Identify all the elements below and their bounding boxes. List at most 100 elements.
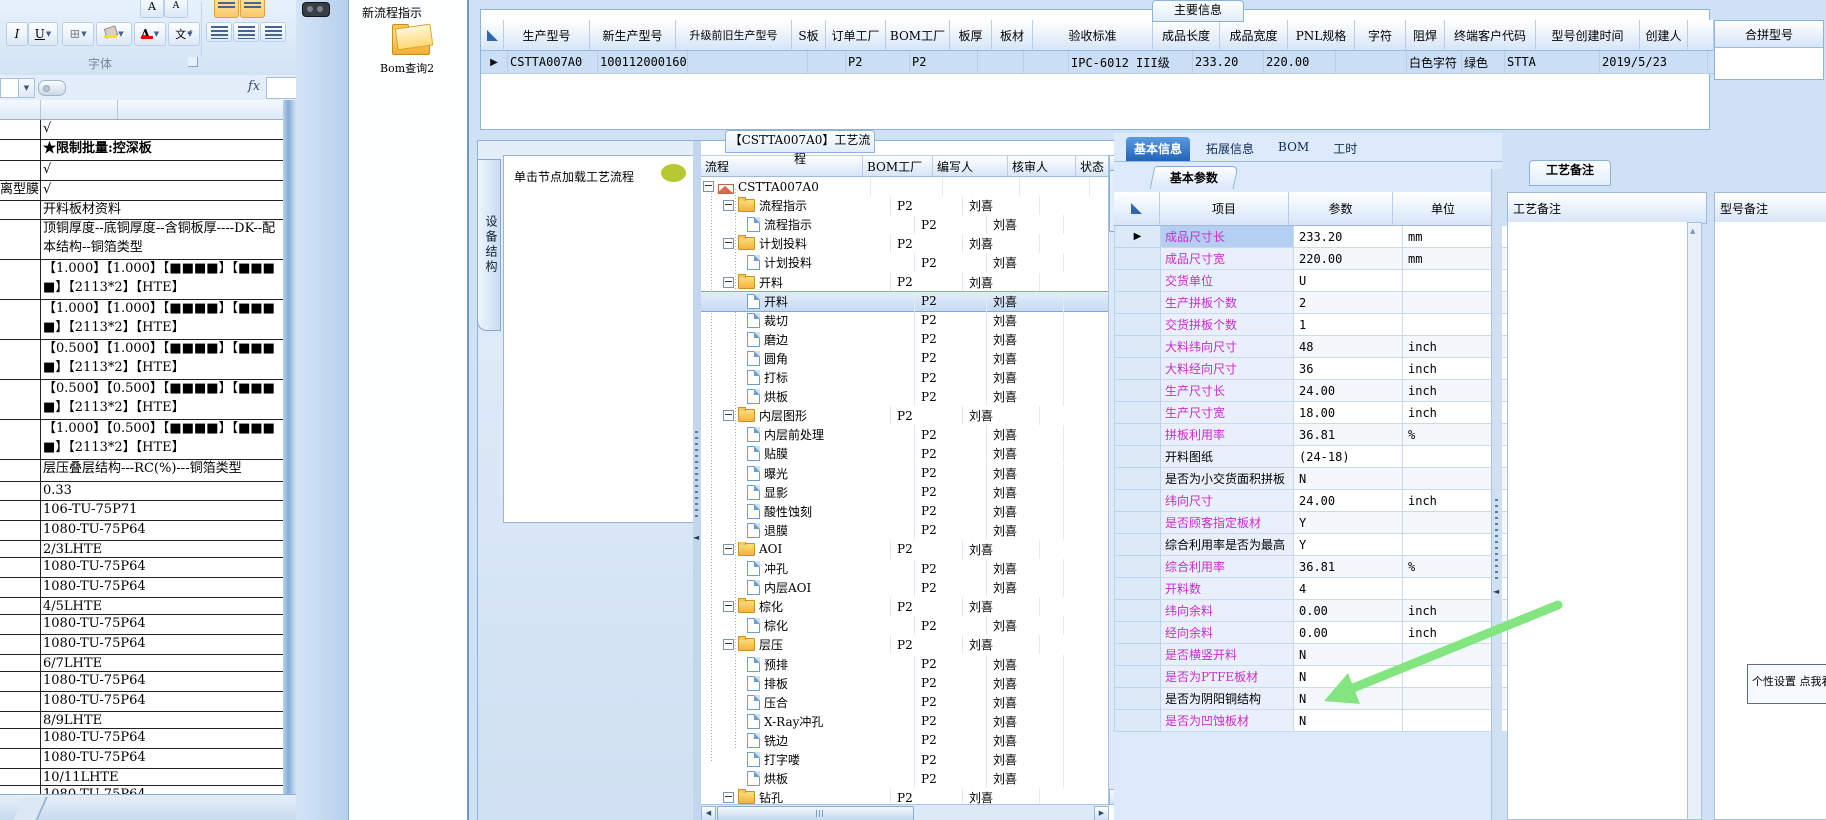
param-row-selector[interactable] xyxy=(1114,424,1161,446)
excel-row[interactable]: 1080-TU-75P64 xyxy=(0,692,283,712)
param-value-cell[interactable]: N xyxy=(1294,644,1403,666)
main-info-col-header[interactable]: 新生产型号 xyxy=(590,20,676,51)
excel-row[interactable]: 1080-TU-75P64 xyxy=(0,786,283,794)
tree-node-label-cell[interactable]: 排板 xyxy=(701,675,914,692)
param-row-selector[interactable] xyxy=(1114,336,1161,358)
main-info-col-header[interactable]: 成品长度 xyxy=(1153,20,1220,51)
tree-node-label-cell[interactable]: CSTTA007A0 xyxy=(701,180,870,194)
main-info-col-header[interactable]: PNL规格 xyxy=(1288,20,1355,51)
tree-writer-cell[interactable]: 刘喜 xyxy=(986,654,1063,674)
tree-bom-cell[interactable]: P2 xyxy=(914,253,986,273)
param-value-cell[interactable]: 18.00 xyxy=(1294,402,1403,424)
excel-row[interactable]: 6/7LHTE xyxy=(0,655,283,672)
formula-input[interactable] xyxy=(266,77,297,99)
excel-cell-col-a[interactable] xyxy=(0,672,41,692)
params-col-header[interactable]: 参数 xyxy=(1289,192,1393,226)
excel-row[interactable]: 1080-TU-75P64 xyxy=(0,672,283,692)
tree-node-row[interactable]: 退膜P2刘喜已编写 xyxy=(701,520,1109,540)
tree-bom-cell[interactable]: P2 xyxy=(890,234,962,254)
tree-writer-cell[interactable]: 刘喜 xyxy=(962,234,1039,254)
excel-cell-col-a[interactable] xyxy=(0,786,41,794)
main-info-col-header[interactable]: 阻焊 xyxy=(1406,20,1445,51)
param-value-cell[interactable]: U xyxy=(1294,270,1403,292)
main-info-col-header[interactable]: 板厚 xyxy=(950,20,992,51)
param-value-cell[interactable]: (24-18) xyxy=(1294,446,1403,468)
excel-row[interactable]: 【0.500】【0.500】【■■■■】【■■■■】【2113*2】【HTE】 xyxy=(0,380,283,420)
tree-reviewer-cell[interactable] xyxy=(1039,272,1109,292)
excel-row[interactable]: 【1.000】【1.000】【■■■■】【■■■■】【2113*2】【HTE】 xyxy=(0,300,283,340)
param-row-selector[interactable] xyxy=(1114,512,1161,534)
tree-node-label-cell[interactable]: 铣边 xyxy=(701,732,914,749)
name-box[interactable] xyxy=(0,78,20,98)
tree-collapse-icon[interactable] xyxy=(723,639,734,651)
params-col-header[interactable]: 项目 xyxy=(1160,192,1289,226)
tab-info[interactable]: 工时 xyxy=(1325,137,1365,161)
excel-cell-col-b[interactable]: 开料板材资料 xyxy=(41,201,283,220)
excel-cell-col-a[interactable] xyxy=(0,558,41,578)
param-row[interactable]: 交货单位 U xyxy=(1114,270,1509,292)
tree-node-label-cell[interactable]: AOI xyxy=(701,542,890,556)
excel-row[interactable]: 2/3LHTE xyxy=(0,541,283,558)
param-row[interactable]: 是否顾客指定板材 Y xyxy=(1114,512,1509,534)
param-row[interactable]: 大料纬向尺寸 48 inch xyxy=(1114,336,1509,358)
main-info-cell[interactable]: 220.00 xyxy=(1264,51,1336,74)
tree-node-row[interactable]: 贴膜P2刘喜已编写 xyxy=(701,444,1109,464)
tree-node-label-cell[interactable]: 棕化 xyxy=(701,598,890,615)
main-info-col-header[interactable]: 创建人 xyxy=(1640,20,1688,51)
tree-writer-cell[interactable]: 刘喜 xyxy=(986,310,1063,330)
tree-node-row[interactable]: 磨边P2刘喜已编写 xyxy=(701,329,1109,349)
scroll-right-icon[interactable]: ▶ xyxy=(1094,806,1109,820)
excel-row[interactable]: 【1.000】【1.000】【■■■■】【■■■■】【2113*2】【HTE】 xyxy=(0,260,283,300)
tree-reviewer-cell[interactable] xyxy=(1039,635,1109,655)
param-row[interactable]: 生产拼板个数 2 xyxy=(1114,292,1509,314)
process-notes-body[interactable] xyxy=(1507,222,1689,820)
bom-query-folder-icon[interactable] xyxy=(392,24,430,55)
tree-node-row[interactable]: 开料P2刘喜已编写 xyxy=(701,272,1123,292)
tree-writer-cell[interactable]: 刘喜 xyxy=(986,750,1063,769)
tree-node-row[interactable]: 开料P2刘喜已编写 xyxy=(701,290,1110,312)
excel-cell-col-a[interactable] xyxy=(0,635,41,655)
tree-writer-cell[interactable]: 刘喜 xyxy=(986,501,1063,521)
tab-info[interactable]: 拓展信息 xyxy=(1198,137,1262,161)
tree-node-label-cell[interactable]: 棕化 xyxy=(701,617,914,634)
param-value-cell[interactable]: N xyxy=(1294,688,1403,710)
excel-cell-col-a[interactable] xyxy=(0,769,41,786)
main-info-cell[interactable] xyxy=(1336,51,1407,74)
font-dialog-launcher-icon[interactable] xyxy=(188,57,198,67)
tree-node-row[interactable]: 冲孔P2刘喜已编写 xyxy=(701,559,1109,578)
tree-bom-cell[interactable]: P2 xyxy=(914,482,986,502)
param-value-cell[interactable]: 1 xyxy=(1294,314,1403,336)
excel-row[interactable]: 层压叠层结构---RC(%)---铜箔类型 xyxy=(0,460,283,482)
param-row[interactable]: 纬向余料 0.00 inch xyxy=(1114,600,1509,622)
param-row-selector[interactable] xyxy=(1114,556,1161,578)
tree-node-label-cell[interactable]: 压合 xyxy=(701,694,914,711)
tree-writer-cell[interactable]: 刘喜 xyxy=(962,196,1039,216)
tree-bom-cell[interactable]: P2 xyxy=(914,520,986,540)
excel-cell-col-a[interactable] xyxy=(0,521,41,541)
excel-cell-col-b[interactable]: 2/3LHTE xyxy=(41,541,283,558)
tab-main-info[interactable]: 主要信息 xyxy=(1152,0,1244,22)
excel-cell-col-a[interactable] xyxy=(0,140,41,161)
main-info-cell[interactable] xyxy=(978,51,1024,74)
param-value-cell[interactable]: 36.81 xyxy=(1294,424,1403,446)
tree-writer-cell[interactable]: 刘喜 xyxy=(986,673,1063,693)
excel-cell-col-a[interactable] xyxy=(0,460,41,482)
excel-cell-col-a[interactable] xyxy=(0,655,41,672)
excel-cell-col-a[interactable] xyxy=(0,749,41,769)
excel-row[interactable]: 【1.000】【0.500】【■■■■】【■■■■】【2113*2】【HTE】 xyxy=(0,420,283,460)
params-col-header[interactable]: 单位 xyxy=(1393,192,1494,226)
excel-cell-col-b[interactable]: 【0.500】【1.000】【■■■■】【■■■■】【2113*2】【HTE】 xyxy=(41,340,283,380)
tree-bom-cell[interactable]: P2 xyxy=(914,310,986,330)
param-row[interactable]: 综合利用率 36.81% xyxy=(1114,556,1509,578)
tree-collapse-icon[interactable] xyxy=(723,792,734,804)
excel-cell-col-b[interactable]: 106-TU-75P71 xyxy=(41,501,283,521)
tree-node-row[interactable]: 裁切P2刘喜已编写 xyxy=(701,310,1109,330)
excel-row[interactable]: 1080-TU-75P64 xyxy=(0,521,283,541)
tree-node-row[interactable]: 曝光P2刘喜已编写 xyxy=(701,463,1109,483)
tree-bom-cell[interactable] xyxy=(870,177,942,196)
main-info-col-header[interactable]: 生产型号 xyxy=(504,20,590,51)
excel-row[interactable]: 0.33 xyxy=(0,482,283,501)
tree-col-header-3[interactable]: 编写人 xyxy=(933,155,1008,177)
font-color-button[interactable]: A ▼ xyxy=(134,22,166,46)
tree-bom-cell[interactable]: P2 xyxy=(890,597,962,617)
